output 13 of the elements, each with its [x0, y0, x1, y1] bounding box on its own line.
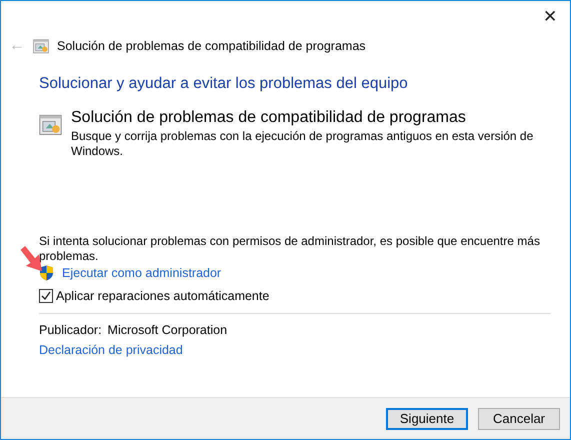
checkbox-label: Aplicar reparaciones automáticamente: [56, 289, 270, 303]
publisher-value: Microsoft Corporation: [108, 323, 228, 337]
privacy-link[interactable]: Declaración de privacidad: [39, 343, 183, 357]
troubleshooter-title: Solución de problemas de compatibilidad de programas: [71, 109, 467, 127]
window-title: Solución de problemas de compatibilidad de programas: [57, 39, 366, 53]
publisher-label: Publicador:: [39, 323, 102, 337]
page-heading: Solucionar y ayudar a evitar los problemas del equipo: [39, 75, 409, 93]
troubleshooter-description: Busque y corrija problemas con la ejecución de programas antiguos en esta versión de Windows.: [71, 129, 534, 159]
admin-note: Si intenta solucionar problemas con permisos de administrador, es posible que encuentre más problemas.: [39, 234, 541, 264]
cancel-button[interactable]: Cancelar: [478, 408, 560, 430]
run-as-admin-link[interactable]: Ejecutar como administrador: [62, 266, 222, 280]
close-button[interactable]: ✕: [535, 6, 565, 35]
next-button[interactable]: Siguiente: [386, 408, 468, 430]
